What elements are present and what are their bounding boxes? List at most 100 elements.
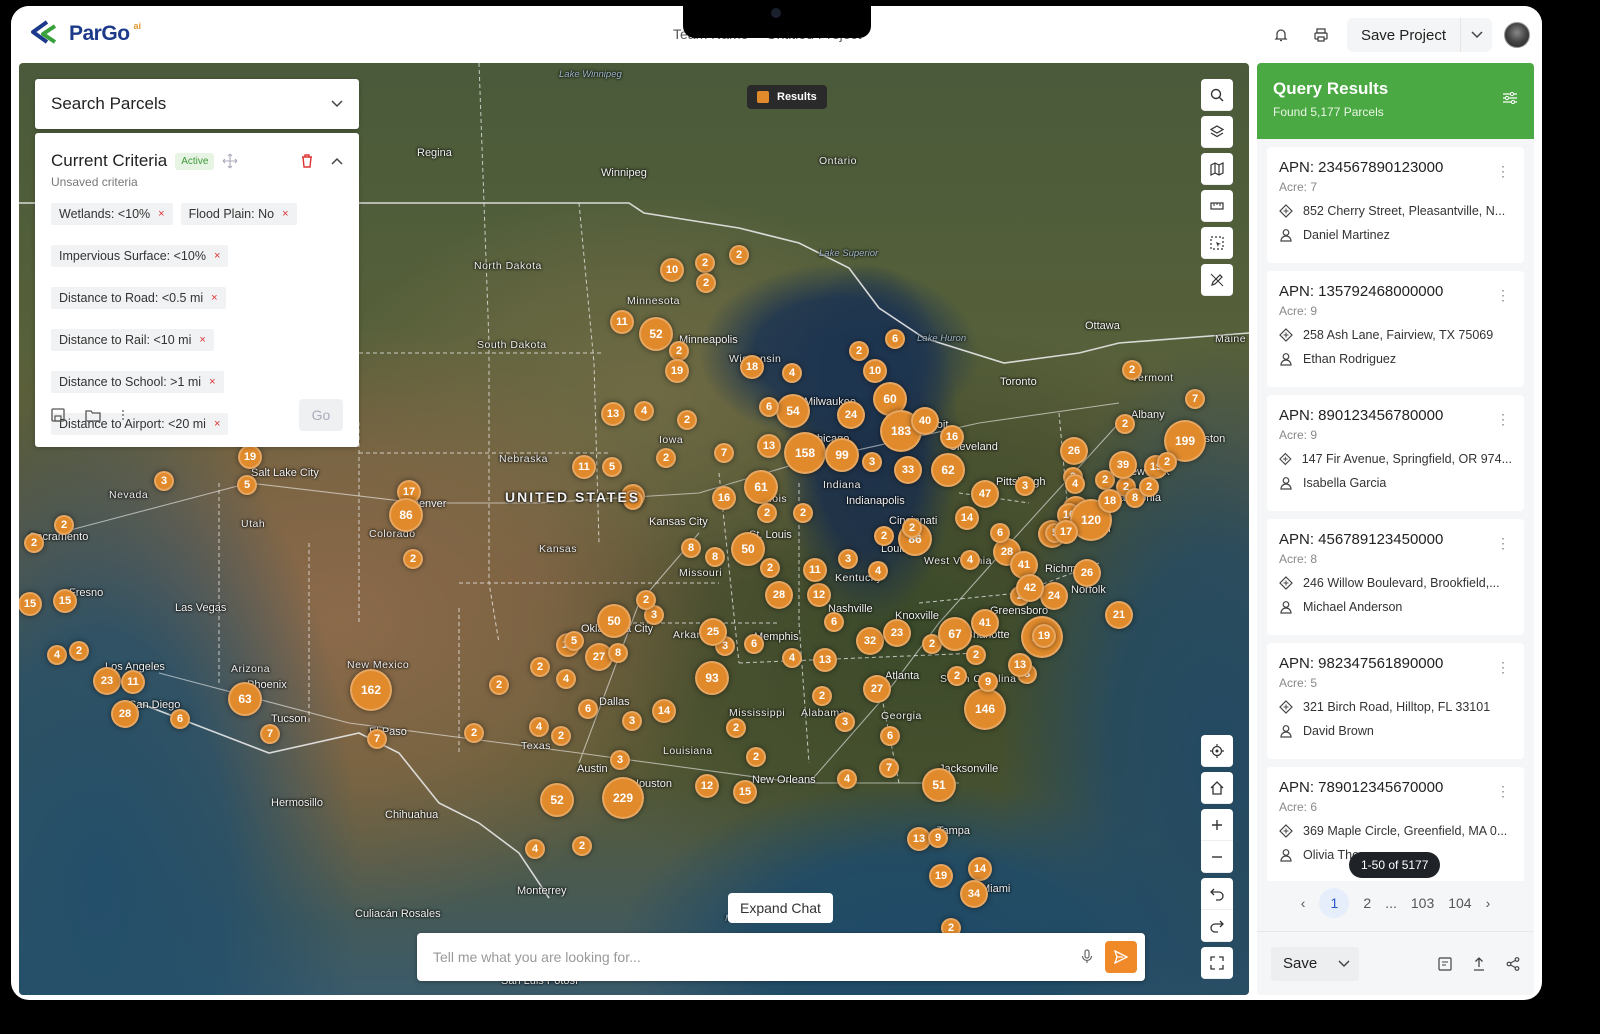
cluster-marker[interactable]: 4: [837, 769, 857, 789]
cluster-marker[interactable]: 63: [228, 682, 262, 716]
result-card[interactable]: APN: 234567890123000 Acre: 7 852 Cherry St…: [1267, 147, 1524, 263]
results-save-button[interactable]: Save: [1271, 946, 1360, 981]
cluster-marker[interactable]: 40: [911, 407, 939, 435]
page-number[interactable]: 1: [1319, 888, 1350, 918]
chip-remove-icon[interactable]: ×: [158, 208, 164, 220]
cluster-marker[interactable]: 7: [1185, 389, 1205, 409]
zoom-in-button[interactable]: [1201, 809, 1233, 841]
cluster-marker[interactable]: 11: [121, 670, 145, 694]
cluster-marker[interactable]: 3: [835, 712, 855, 732]
result-card[interactable]: APN: 982347561890000 Acre: 5 321 Birch Roa…: [1267, 643, 1524, 759]
cluster-marker[interactable]: 2: [1115, 414, 1135, 434]
cluster-marker[interactable]: 5: [564, 631, 584, 651]
cluster-marker[interactable]: 51: [922, 768, 956, 802]
cluster-marker[interactable]: 18: [740, 355, 764, 379]
cluster-marker[interactable]: 4: [782, 363, 802, 383]
cluster-marker[interactable]: 7: [367, 729, 387, 749]
cluster-marker[interactable]: 3: [610, 750, 630, 770]
select-area-button[interactable]: [1201, 227, 1233, 259]
cluster-marker[interactable]: 52: [639, 317, 673, 351]
page-number[interactable]: 104: [1448, 895, 1471, 911]
cluster-marker[interactable]: 2: [464, 723, 484, 743]
cluster-marker[interactable]: 21: [1105, 601, 1133, 629]
cluster-marker[interactable]: 2: [849, 341, 869, 361]
cluster-marker[interactable]: 14: [652, 699, 676, 723]
cluster-marker[interactable]: 19: [1032, 624, 1056, 648]
more-vertical-icon[interactable]: ⋮: [1496, 287, 1510, 304]
results-save-dropdown[interactable]: [1329, 959, 1359, 968]
cluster-marker[interactable]: 2: [729, 245, 749, 265]
cluster-marker[interactable]: 10: [863, 359, 887, 383]
save-project-button[interactable]: Save Project: [1346, 18, 1492, 52]
export-icon[interactable]: [1472, 956, 1486, 971]
cluster-marker[interactable]: 12: [695, 774, 719, 798]
cluster-marker[interactable]: 93: [695, 661, 729, 695]
cluster-marker[interactable]: 17: [1054, 520, 1078, 544]
cluster-marker[interactable]: 27: [863, 675, 891, 703]
cluster-marker[interactable]: 2: [54, 515, 74, 535]
cluster-marker[interactable]: 99: [825, 438, 859, 472]
home-button[interactable]: [1201, 772, 1233, 804]
cluster-marker[interactable]: 8: [681, 538, 701, 558]
chat-input[interactable]: Tell me what you are looking for...: [433, 949, 1081, 965]
cluster-marker[interactable]: 15: [733, 780, 757, 804]
cluster-marker[interactable]: 2: [812, 686, 832, 706]
result-card[interactable]: APN: 890123456780000 Acre: 9 147 Fir Avenu…: [1267, 395, 1524, 511]
print-button[interactable]: [1307, 21, 1335, 49]
cluster-marker[interactable]: 6: [880, 726, 900, 746]
more-vertical-icon[interactable]: ⋮: [1496, 535, 1510, 552]
prev-page-icon[interactable]: ‹: [1301, 895, 1306, 911]
cluster-marker[interactable]: 4: [525, 839, 545, 859]
locate-button[interactable]: [1201, 735, 1233, 767]
cluster-marker[interactable]: 52: [540, 783, 574, 817]
cluster-marker[interactable]: 158: [784, 432, 826, 474]
cluster-marker[interactable]: 13: [757, 434, 781, 458]
cluster-marker[interactable]: 9: [978, 672, 998, 692]
cluster-marker[interactable]: 14: [955, 506, 979, 530]
cluster-marker[interactable]: 15: [19, 592, 42, 616]
cluster-marker[interactable]: 26: [1060, 437, 1088, 465]
cluster-marker[interactable]: 5: [602, 457, 622, 477]
cluster-marker[interactable]: 23: [883, 619, 911, 647]
cluster-marker[interactable]: 2: [1157, 452, 1177, 472]
chip-remove-icon[interactable]: ×: [199, 334, 205, 346]
notes-icon[interactable]: [1438, 956, 1452, 971]
cluster-marker[interactable]: 24: [1040, 582, 1068, 610]
cluster-marker[interactable]: 13: [601, 402, 625, 426]
next-page-icon[interactable]: ›: [1486, 895, 1491, 911]
cluster-marker[interactable]: 50: [731, 532, 765, 566]
cluster-marker[interactable]: 2: [793, 503, 813, 523]
cluster-marker[interactable]: 2: [24, 533, 44, 553]
cluster-marker[interactable]: 11: [572, 455, 596, 479]
cluster-marker[interactable]: 2: [947, 666, 967, 686]
cluster-marker[interactable]: 3: [154, 471, 174, 491]
cluster-marker[interactable]: 26: [1073, 559, 1101, 587]
folder-icon[interactable]: [85, 409, 101, 422]
redo-button[interactable]: [1201, 910, 1233, 942]
filter-settings-icon[interactable]: [1502, 91, 1518, 105]
cluster-marker[interactable]: 8: [608, 643, 628, 663]
cluster-marker[interactable]: 28: [765, 581, 793, 609]
map-view[interactable]: Results Regina Winnipeg Ontario North Dakot…: [19, 63, 1249, 995]
cluster-marker[interactable]: 162: [350, 669, 392, 711]
cluster-marker[interactable]: 39: [1109, 451, 1137, 479]
result-card[interactable]: APN: 456789123450000 Acre: 8 246 Willow Bo…: [1267, 519, 1524, 635]
cluster-marker[interactable]: 67: [938, 617, 972, 651]
cluster-marker[interactable]: 11: [803, 558, 827, 582]
cluster-marker[interactable]: 16: [940, 425, 964, 449]
move-icon[interactable]: [222, 153, 238, 169]
cluster-marker[interactable]: 4: [1065, 474, 1085, 494]
cluster-marker[interactable]: 2: [695, 253, 715, 273]
cluster-marker[interactable]: 47: [971, 480, 999, 508]
cluster-marker[interactable]: 6: [824, 612, 844, 632]
cluster-marker[interactable]: 2: [1122, 360, 1142, 380]
cluster-marker[interactable]: 4: [634, 401, 654, 421]
cluster-marker[interactable]: 2: [669, 341, 689, 361]
page-number[interactable]: 103: [1411, 895, 1434, 911]
fullscreen-button[interactable]: [1201, 947, 1233, 979]
cluster-marker[interactable]: 6: [170, 709, 190, 729]
result-card[interactable]: APN: 135792468000000 Acre: 9 258 Ash Lane,…: [1267, 271, 1524, 387]
cluster-marker[interactable]: 6: [578, 699, 598, 719]
cluster-marker[interactable]: 2: [656, 448, 676, 468]
cluster-marker[interactable]: 2: [902, 518, 922, 538]
